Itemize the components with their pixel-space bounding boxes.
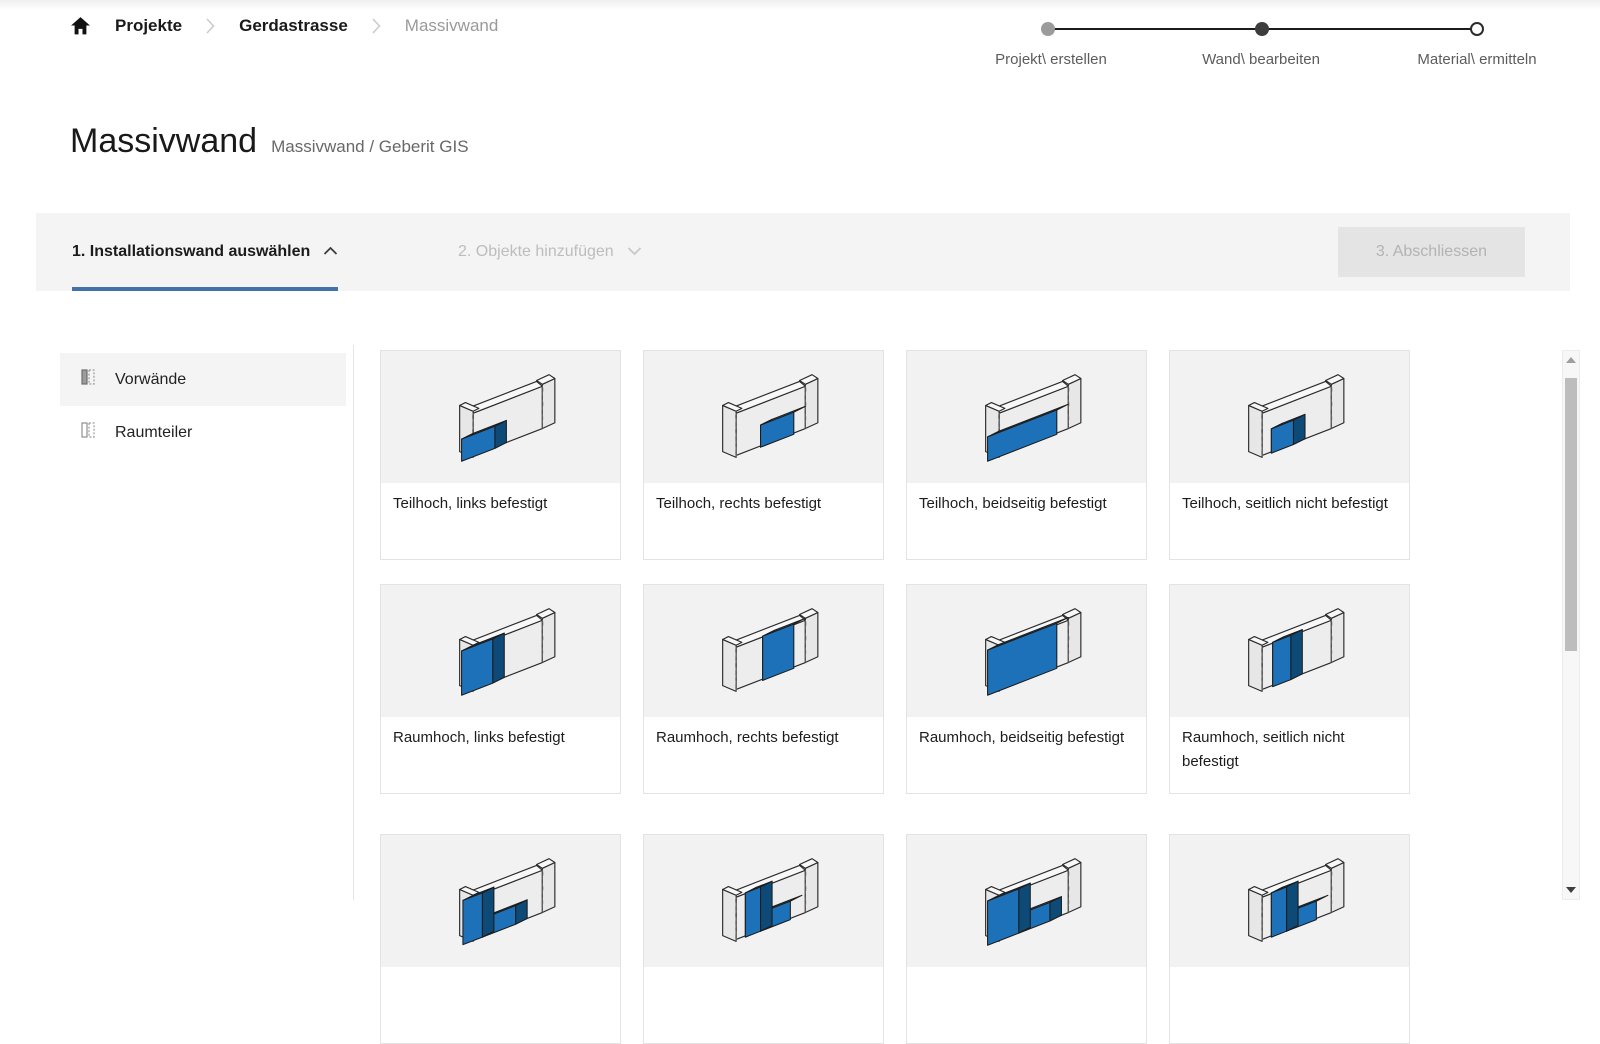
card-row-2: Raumhoch, links befestigt Raumhoch, rech… — [380, 584, 1410, 794]
stepper-label-projekt-erstellen: Projekt\ erstellen — [995, 51, 1107, 68]
card-label: Raumhoch, seitlich nicht befestigt — [1170, 717, 1409, 774]
chevron-right-icon — [372, 18, 381, 34]
page-title: Massivwand — [70, 122, 257, 161]
breadcrumb: Projekte Gerdastrasse Massivwand — [70, 16, 498, 36]
wall-type-card-teilhoch-links[interactable]: Teilhoch, links befestigt — [380, 350, 621, 560]
wall-illustration — [966, 851, 1088, 951]
tab-installationswand-auswaehlen[interactable]: 1. Installationswand auswählen — [72, 213, 338, 291]
wall-illustration — [1229, 851, 1351, 951]
card-label — [644, 967, 883, 976]
card-image — [644, 585, 883, 717]
card-image — [907, 351, 1146, 483]
card-image — [907, 835, 1146, 967]
wall-illustration — [703, 367, 825, 467]
tab-label: 1. Installationswand auswählen — [72, 243, 310, 261]
home-icon[interactable] — [70, 16, 91, 36]
card-image — [1170, 835, 1409, 967]
sidebar-item-vorwaende[interactable]: Vorwände — [60, 353, 346, 406]
breadcrumb-item-massivwand: Massivwand — [405, 16, 499, 36]
scrollbar-thumb[interactable] — [1565, 378, 1577, 651]
card-label: Teilhoch, seitlich nicht befestigt — [1170, 483, 1409, 516]
sidebar-item-label: Vorwände — [115, 371, 186, 389]
card-label: Teilhoch, beidseitig befestigt — [907, 483, 1146, 516]
wall-type-card-row3-2[interactable] — [643, 834, 884, 1044]
card-image — [381, 835, 620, 967]
wall-type-card-row3-4[interactable] — [1169, 834, 1410, 1044]
wall-type-card-raumhoch-beidseitig[interactable]: Raumhoch, beidseitig befestigt — [906, 584, 1147, 794]
card-label — [907, 967, 1146, 976]
scroll-up-icon[interactable] — [1563, 357, 1579, 363]
wall-illustration — [440, 367, 562, 467]
sidebar-item-label: Raumteiler — [115, 424, 192, 442]
wall-type-card-teilhoch-frei[interactable]: Teilhoch, seitlich nicht befestigt — [1169, 350, 1410, 560]
title-row: Massivwand Massivwand / Geberit GIS — [70, 122, 469, 161]
wall-illustration — [966, 367, 1088, 467]
card-image — [644, 835, 883, 967]
sidebar-item-raumteiler[interactable]: Raumteiler — [60, 406, 346, 459]
tab-label: 2. Objekte hinzufügen — [458, 243, 614, 261]
top-fade — [0, 0, 1600, 10]
wall-type-card-raumhoch-rechts[interactable]: Raumhoch, rechts befestigt — [643, 584, 884, 794]
wall-illustration — [1229, 601, 1351, 701]
chevron-right-icon — [206, 18, 215, 34]
wall-type-card-teilhoch-beidseitig[interactable]: Teilhoch, beidseitig befestigt — [906, 350, 1147, 560]
vertical-scrollbar[interactable] — [1562, 350, 1580, 900]
card-label: Teilhoch, rechts befestigt — [644, 483, 883, 516]
card-label: Teilhoch, links befestigt — [381, 483, 620, 516]
card-image — [381, 351, 620, 483]
card-label: Raumhoch, beidseitig befestigt — [907, 717, 1146, 750]
card-image — [1170, 585, 1409, 717]
card-image — [1170, 351, 1409, 483]
wall-type-card-row3-3[interactable] — [906, 834, 1147, 1044]
active-tab-underline — [72, 287, 338, 291]
wall-illustration — [440, 601, 562, 701]
card-label — [1170, 967, 1409, 976]
abschliessen-button[interactable]: 3. Abschliessen — [1338, 227, 1525, 277]
breadcrumb-item-projekte[interactable]: Projekte — [115, 16, 182, 36]
wall-type-card-raumhoch-links[interactable]: Raumhoch, links befestigt — [380, 584, 621, 794]
card-label: Raumhoch, links befestigt — [381, 717, 620, 750]
wall-illustration — [703, 851, 825, 951]
chevron-up-icon — [323, 243, 338, 261]
wall-type-card-teilhoch-rechts[interactable]: Teilhoch, rechts befestigt — [643, 350, 884, 560]
wall-section-icon — [78, 420, 98, 445]
card-row-1: Teilhoch, links befestigt Teilhoch, rech… — [380, 350, 1410, 560]
card-image — [907, 585, 1146, 717]
panel-header: 1. Installationswand auswählen 2. Objekt… — [36, 213, 1570, 291]
wall-type-card-raumhoch-frei[interactable]: Raumhoch, seitlich nicht befestigt — [1169, 584, 1410, 794]
wall-illustration — [703, 601, 825, 701]
card-label — [381, 967, 620, 976]
stepper-dot-wand-bearbeiten[interactable] — [1255, 22, 1269, 36]
card-row-3 — [380, 834, 1410, 1044]
stepper-dot-material-ermitteln[interactable] — [1470, 22, 1484, 36]
stepper-dot-projekt-erstellen[interactable] — [1041, 22, 1055, 36]
wall-illustration — [1229, 367, 1351, 467]
wall-illustration — [440, 851, 562, 951]
stepper-label-wand-bearbeiten: Wand\ bearbeiten — [1202, 51, 1320, 68]
card-label: Raumhoch, rechts befestigt — [644, 717, 883, 750]
sidebar: Vorwände Raumteiler — [60, 353, 346, 459]
wall-section-icon — [78, 367, 98, 392]
tab-objekte-hinzufuegen[interactable]: 2. Objekte hinzufügen — [458, 213, 642, 291]
scroll-down-icon[interactable] — [1563, 887, 1579, 893]
page-subtitle: Massivwand / Geberit GIS — [271, 137, 468, 157]
breadcrumb-item-gerdastrasse[interactable]: Gerdastrasse — [239, 16, 348, 36]
main-panel: 1. Installationswand auswählen 2. Objekt… — [36, 213, 1570, 900]
card-image — [381, 585, 620, 717]
chevron-down-icon — [627, 243, 642, 261]
sidebar-divider — [353, 345, 354, 900]
wall-illustration — [966, 601, 1088, 701]
stepper-label-material-ermitteln: Material\ ermitteln — [1417, 51, 1536, 68]
card-image — [644, 351, 883, 483]
wall-type-card-row3-1[interactable] — [380, 834, 621, 1044]
